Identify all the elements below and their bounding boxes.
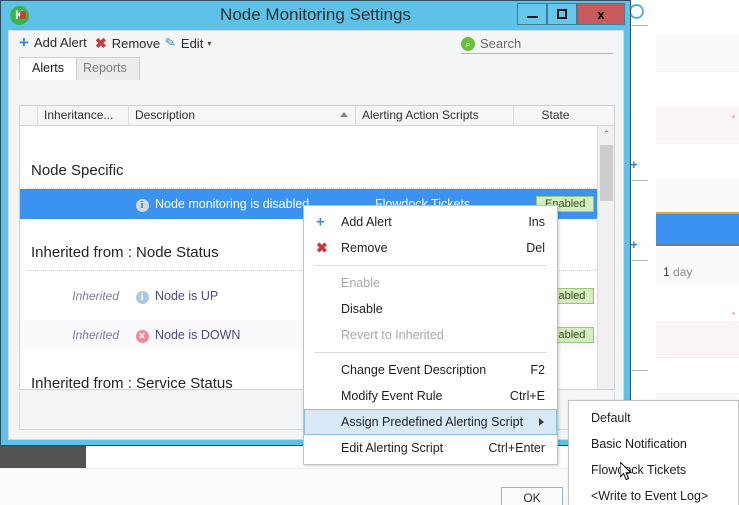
background-day-unit: day — [673, 265, 693, 279]
pencil-icon: ✎ — [163, 34, 178, 51]
toolbar: + Add Alert ✖ Remove ✎ Edit ▾ ⌕ — [9, 31, 623, 57]
x-icon: ✖ — [316, 239, 328, 256]
screen-root: + + 1 day OK K Node Monitoring S — [0, 0, 739, 505]
background-status-dot — [732, 115, 735, 118]
context-menu-label: Disable — [341, 302, 383, 316]
context-menu-label: Change Event Description — [341, 363, 487, 377]
vertical-scrollbar[interactable]: ⌃ ⌄ — [597, 126, 614, 389]
context-menu-label: Modify Event Rule — [341, 389, 443, 403]
background-grid-row — [656, 0, 739, 36]
context-menu-label: Assign Predefined Alerting Script — [341, 415, 524, 429]
plus-icon: + — [19, 33, 29, 52]
add-alert-button[interactable]: + Add Alert — [19, 33, 87, 52]
scrollbar-thumb[interactable] — [600, 145, 613, 201]
context-menu-label: Revert to Inherited — [341, 328, 444, 342]
background-grid-row — [656, 358, 739, 394]
context-menu-item-assign-predefined-alerting-script[interactable]: Assign Predefined Alerting Script — [304, 409, 557, 435]
sort-ascending-icon — [340, 112, 348, 117]
cell-inheritance: Inherited — [72, 328, 119, 342]
background-dark-bar — [0, 443, 86, 468]
search-input[interactable] — [480, 36, 600, 51]
context-menu-shortcut: F2 — [530, 363, 545, 377]
context-menu-separator — [314, 265, 547, 266]
background-grid-row — [656, 72, 739, 108]
maximize-button[interactable] — [547, 3, 577, 25]
chevron-down-icon: ▾ — [207, 38, 212, 48]
remove-button[interactable]: ✖ Remove — [95, 35, 160, 52]
search-box[interactable]: ⌕ — [461, 36, 613, 54]
context-menu-item-edit-alerting-script[interactable]: Edit Alerting Script Ctrl+Enter — [304, 435, 557, 461]
background-grid-row — [656, 286, 739, 322]
background-day-number: 1 — [663, 265, 670, 279]
column-header-description[interactable]: Description — [129, 106, 356, 125]
context-menu-label: Add Alert — [341, 215, 392, 229]
ok-button[interactable]: OK — [501, 487, 563, 505]
background-grid-row — [656, 108, 739, 144]
context-menu-label: Remove — [341, 241, 388, 255]
background-plus-icon: + — [630, 157, 638, 172]
info-icon: i — [129, 195, 155, 213]
background-grid-row — [656, 144, 739, 180]
context-menu-item-remove[interactable]: ✖ Remove Del — [304, 235, 557, 261]
error-icon: ✕ — [129, 326, 155, 344]
column-header-select[interactable] — [20, 106, 38, 125]
background-day-label: 1 day — [663, 265, 692, 279]
context-menu-item-revert-to-inherited: Revert to Inherited — [304, 322, 557, 348]
edit-button[interactable]: ✎ Edit ▾ — [163, 34, 212, 51]
cell-description: Node is UP — [155, 289, 219, 303]
background-grid-row — [656, 36, 739, 72]
tab-bar: Alerts Reports — [19, 57, 623, 80]
background-selected-block — [656, 212, 739, 246]
column-header-inheritance[interactable]: Inheritance... — [38, 106, 129, 125]
context-menu: + Add Alert Ins ✖ Remove Del Enable Disa… — [303, 205, 558, 465]
search-icon: ⌕ — [461, 36, 475, 51]
submenu-item-basic-notification[interactable]: Basic Notification — [569, 431, 738, 457]
edit-label: Edit — [180, 35, 204, 51]
close-button[interactable]: x — [577, 3, 625, 25]
x-icon: ✖ — [95, 35, 107, 51]
background-grid-row — [656, 180, 739, 216]
add-alert-label: Add Alert — [33, 35, 87, 50]
submenu-item-flowdock-tickets[interactable]: Flowdock Tickets — [569, 457, 738, 483]
context-menu-item-modify-event-rule[interactable]: Modify Event Rule Ctrl+E — [304, 383, 557, 409]
context-menu-shortcut: Del — [526, 241, 545, 255]
group-header-service-status: Inherited from : Service Status — [31, 375, 233, 389]
context-menu-label: Edit Alerting Script — [341, 441, 444, 455]
column-header-description-label: Description — [135, 108, 196, 122]
table-header-row: Inheritance... Description Alerting Acti… — [20, 106, 614, 126]
context-menu-shortcut: Ctrl+Enter — [488, 441, 545, 455]
cell-description: Node monitoring is disabled — [155, 197, 310, 211]
alerting-script-submenu: Default Basic Notification Flowdock Tick… — [568, 400, 739, 505]
scroll-up-icon[interactable]: ⌃ — [598, 126, 614, 143]
chevron-right-icon — [539, 418, 544, 426]
context-menu-label: Enable — [341, 276, 380, 290]
title-bar[interactable]: K Node Monitoring Settings x — [1, 1, 630, 30]
tab-reports[interactable]: Reports — [70, 57, 140, 80]
remove-label: Remove — [111, 36, 161, 51]
context-menu-shortcut: Ctrl+E — [509, 389, 545, 403]
submenu-item-write-to-event-log[interactable]: <Write to Event Log> — [569, 483, 738, 505]
background-status-dot — [732, 312, 735, 315]
cell-description: Node is DOWN — [155, 328, 241, 342]
context-menu-shortcut: Ins — [528, 215, 545, 229]
column-header-state[interactable]: State — [514, 106, 597, 125]
background-clock-icon — [629, 4, 644, 19]
group-header-node-specific: Node Specific — [31, 162, 124, 179]
submenu-item-default[interactable]: Default — [569, 405, 738, 431]
context-menu-item-enable: Enable — [304, 270, 557, 296]
window-buttons: x — [517, 3, 625, 25]
context-menu-item-change-event-description[interactable]: Change Event Description F2 — [304, 357, 557, 383]
background-plus-icon: + — [630, 237, 638, 252]
minimize-button[interactable] — [517, 3, 547, 25]
group-header-node-status: Inherited from : Node Status — [31, 244, 219, 261]
background-grid-row — [656, 322, 739, 358]
context-menu-separator — [314, 352, 547, 353]
tab-alerts[interactable]: Alerts — [19, 57, 77, 80]
info-icon: i — [129, 287, 155, 305]
column-header-alerting-action-scripts[interactable]: Alerting Action Scripts — [356, 106, 514, 125]
context-menu-item-disable[interactable]: Disable — [304, 296, 557, 322]
cell-inheritance: Inherited — [72, 289, 119, 303]
plus-icon: + — [316, 213, 325, 231]
context-menu-item-add-alert[interactable]: + Add Alert Ins — [304, 209, 557, 235]
